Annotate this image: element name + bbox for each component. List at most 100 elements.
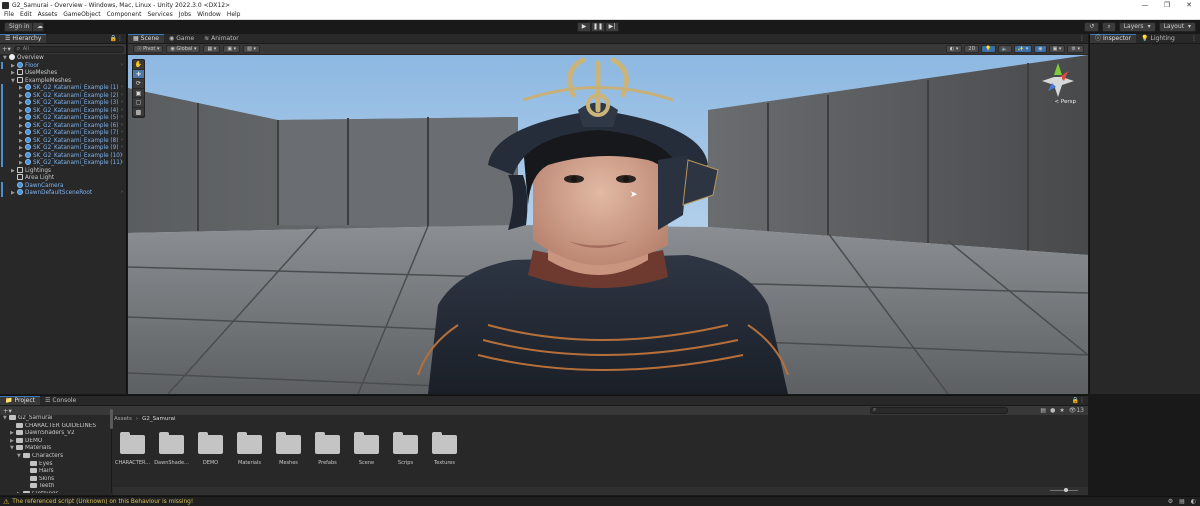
project-search-input[interactable] bbox=[870, 406, 1008, 414]
hierarchy-item[interactable]: ▶ SK_G2_Katanami_Example (2) › bbox=[0, 91, 126, 100]
rect-tool-icon[interactable]: ▢ bbox=[133, 98, 144, 108]
filter-type-icon[interactable]: ▤ bbox=[1040, 406, 1046, 415]
add-icon[interactable]: +▾ bbox=[3, 407, 12, 415]
move-tool-icon[interactable]: ✚ bbox=[133, 69, 144, 79]
asset-folder[interactable]: DawnShade... bbox=[154, 432, 189, 466]
asset-folder[interactable]: Scene bbox=[352, 432, 381, 466]
shading-mode-icon[interactable]: ◐ ▾ bbox=[945, 45, 963, 53]
project-tree-item[interactable]: CHARACTER GUIDELINES bbox=[0, 422, 111, 431]
tab-game[interactable]: ◉ Game bbox=[164, 34, 199, 43]
hierarchy-search-input[interactable]: All bbox=[13, 45, 124, 53]
pause-icon[interactable]: ❚❚ bbox=[591, 22, 605, 32]
camera-icon[interactable]: ▣ ▾ bbox=[1048, 45, 1066, 53]
render-mode-icon[interactable]: ▧ ▾ bbox=[243, 45, 260, 53]
lock-icon[interactable]: 🔒⋮ bbox=[1072, 396, 1085, 406]
hierarchy-item[interactable]: ▶ SK_G2_Katanami_Example (9) › bbox=[0, 144, 126, 152]
asset-folder[interactable]: Textures bbox=[430, 432, 459, 466]
gizmos-icon[interactable]: ⚙ ▾ bbox=[1067, 45, 1084, 53]
chevron-right-icon[interactable]: › bbox=[121, 129, 123, 137]
menu-help[interactable]: Help bbox=[227, 11, 241, 18]
tab-animator[interactable]: ≋ Animator bbox=[199, 34, 244, 43]
play-icon[interactable]: ▶ bbox=[577, 22, 591, 32]
tab-lighting[interactable]: 💡 Lighting bbox=[1136, 34, 1180, 43]
hierarchy-item[interactable]: ▶ Floor › bbox=[0, 61, 126, 70]
asset-folder[interactable]: Scrips bbox=[391, 432, 420, 466]
project-tree-scrollbar[interactable] bbox=[110, 409, 113, 429]
network-icon[interactable]: ▤ bbox=[1179, 497, 1185, 506]
lighting-toggle-icon[interactable]: 💡 bbox=[981, 45, 996, 53]
2d-toggle[interactable]: 2D bbox=[964, 45, 980, 53]
chevron-right-icon[interactable]: › bbox=[121, 122, 123, 130]
asset-folder[interactable]: CHARACTER... bbox=[115, 432, 150, 466]
project-tree-item[interactable]: ▶Clothings bbox=[0, 490, 111, 493]
hierarchy-item[interactable]: ▶ SK_G2_Katanami_Example (10) › bbox=[0, 151, 126, 160]
breadcrumb-assets[interactable]: Assets bbox=[114, 416, 132, 422]
debug-icon[interactable]: ⚙ bbox=[1168, 497, 1173, 506]
breadcrumb-current[interactable]: G2_Samurai bbox=[142, 416, 175, 422]
hierarchy-item[interactable]: ▼ ExampleMeshes bbox=[0, 76, 126, 85]
filter-label-icon[interactable]: ● bbox=[1050, 406, 1055, 415]
hierarchy-item[interactable]: ▼ Overview bbox=[0, 54, 126, 62]
chevron-right-icon[interactable]: › bbox=[121, 152, 123, 160]
menu-component[interactable]: Component bbox=[107, 11, 142, 18]
scale-tool-icon[interactable]: ▣ bbox=[133, 89, 144, 98]
hierarchy-item[interactable]: ▶ SK_G2_Katanami_Example (4) › bbox=[0, 106, 126, 115]
layers-dropdown[interactable]: Layers ▾ bbox=[1118, 22, 1156, 32]
close-icon[interactable]: ✕ bbox=[1178, 0, 1200, 10]
inspector-menu-icon[interactable]: ⋮ bbox=[1191, 34, 1197, 44]
hierarchy-item[interactable]: ▶ SK_G2_Katanami_Example (7) › bbox=[0, 129, 126, 137]
step-icon[interactable]: ▶| bbox=[605, 22, 619, 32]
scene-viewport[interactable]: ✋ ✚ ⟳ ▣ ▢ ▩ < Persp ➤ bbox=[128, 55, 1088, 394]
hierarchy-item[interactable]: ▶ DawnDefaultSceneRoot › bbox=[0, 189, 126, 197]
chevron-right-icon[interactable]: › bbox=[121, 62, 123, 70]
grid-snap-icon[interactable]: ▦ ▾ bbox=[203, 45, 221, 53]
sign-in-button[interactable]: Sign in bbox=[4, 22, 35, 32]
chevron-right-icon[interactable]: › bbox=[121, 189, 123, 197]
menu-file[interactable]: File bbox=[4, 11, 14, 18]
menu-edit[interactable]: Edit bbox=[20, 11, 32, 18]
menu-window[interactable]: Window bbox=[197, 11, 221, 18]
chevron-right-icon[interactable]: › bbox=[121, 159, 123, 167]
tab-console[interactable]: ☰ Console bbox=[40, 396, 81, 405]
menu-assets[interactable]: Assets bbox=[38, 11, 58, 18]
effects-icon[interactable]: ✨ ▾ bbox=[1013, 45, 1033, 53]
project-tree-item[interactable]: ▶ DawnShaders_V2 bbox=[0, 430, 111, 438]
hierarchy-item[interactable]: DawnCamera bbox=[0, 181, 126, 189]
hierarchy-item[interactable]: ▶ SK_G2_Katanami_Example (6) › bbox=[0, 121, 126, 130]
hierarchy-item[interactable]: ▶ SK_G2_Katanami_Example (8) › bbox=[0, 136, 126, 145]
asset-folder[interactable]: Prefabs bbox=[313, 432, 342, 466]
menu-services[interactable]: Services bbox=[147, 11, 172, 18]
hierarchy-item[interactable]: ▶ SK_G2_Katanami_Example (5) › bbox=[0, 114, 126, 122]
tab-hierarchy[interactable]: ☰ Hierarchy bbox=[0, 34, 47, 43]
global-dropdown[interactable]: ◉ Global ▾ bbox=[166, 45, 201, 53]
tab-project[interactable]: 📁 Project bbox=[0, 396, 41, 405]
asset-folder[interactable]: Meshes bbox=[274, 432, 303, 466]
asset-folder[interactable]: Materials bbox=[235, 432, 264, 466]
hidden-objects-icon[interactable]: ◉ bbox=[1034, 45, 1047, 53]
layout-dropdown[interactable]: Layout ▾ bbox=[1158, 22, 1196, 32]
minimize-icon[interactable]: — bbox=[1134, 0, 1156, 10]
project-tree-item[interactable]: ▶ DEMO bbox=[0, 437, 111, 446]
add-icon[interactable]: +▾ bbox=[2, 45, 11, 53]
menu-jobs[interactable]: Jobs bbox=[179, 11, 191, 18]
snap-increment-icon[interactable]: ▣ ▾ bbox=[223, 45, 241, 53]
hierarchy-item[interactable]: ▶ SK_G2_Katanami_Example (3) › bbox=[0, 99, 126, 107]
chevron-right-icon[interactable]: › bbox=[121, 92, 123, 100]
chevron-right-icon[interactable]: › bbox=[121, 107, 123, 115]
hierarchy-item[interactable]: ▶ SK_G2_Katanami_Example (1) › bbox=[0, 84, 126, 92]
asset-folder[interactable]: DEMO bbox=[196, 432, 225, 466]
hand-tool-icon[interactable]: ✋ bbox=[133, 60, 144, 70]
chevron-right-icon[interactable]: › bbox=[121, 114, 123, 122]
lock-icon[interactable]: 🔒⋮ bbox=[110, 34, 123, 44]
project-tree-item[interactable]: Eyes bbox=[0, 460, 111, 469]
project-tree-item[interactable]: Skins bbox=[0, 475, 111, 484]
favorite-icon[interactable]: ★ bbox=[1059, 406, 1064, 415]
hierarchy-item[interactable]: ▶ UseMeshes bbox=[0, 69, 126, 77]
transform-tool-icon[interactable]: ▩ bbox=[133, 108, 144, 117]
menu-gameobject[interactable]: GameObject bbox=[63, 11, 100, 18]
project-tree-item[interactable]: Teeth bbox=[0, 483, 111, 491]
chevron-right-icon[interactable]: › bbox=[121, 144, 123, 152]
eye-icon[interactable]: 👁13 bbox=[1069, 406, 1084, 415]
project-tree-item[interactable]: Hairs bbox=[0, 468, 111, 476]
chevron-right-icon[interactable]: › bbox=[121, 137, 123, 145]
